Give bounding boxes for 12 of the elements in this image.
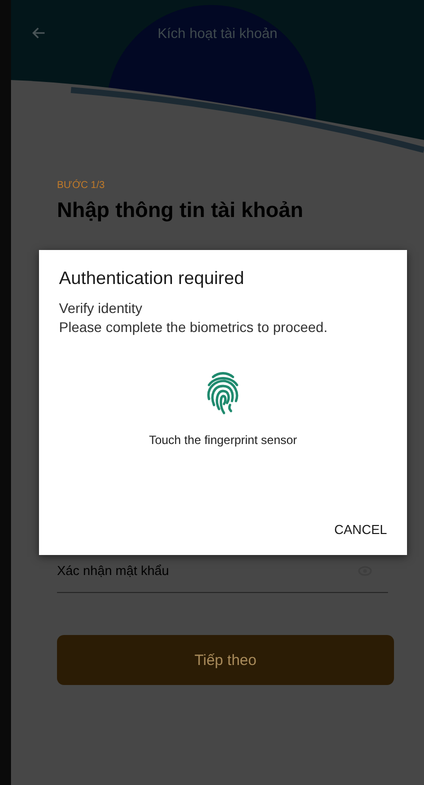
- back-arrow-icon[interactable]: [31, 25, 47, 41]
- screen-title: Kích hoạt tài khoản: [156, 25, 278, 41]
- cancel-button[interactable]: CANCEL: [334, 518, 387, 541]
- dialog-subtitle: Verify identity: [59, 300, 144, 316]
- fingerprint-prompt: Touch the fingerprint sensor: [148, 433, 298, 447]
- step-label: BƯỚC 1/3: [57, 180, 106, 191]
- fingerprint-icon: [205, 371, 241, 415]
- dialog-description: Please complete the biometrics to proceed.: [59, 319, 328, 335]
- next-button[interactable]: Tiếp theo: [57, 635, 394, 685]
- field-placeholder: Xác nhận mật khẩu: [57, 563, 170, 578]
- dialog-title: Authentication required: [59, 268, 246, 289]
- form-heading: Nhập thông tin tài khoản: [57, 199, 304, 223]
